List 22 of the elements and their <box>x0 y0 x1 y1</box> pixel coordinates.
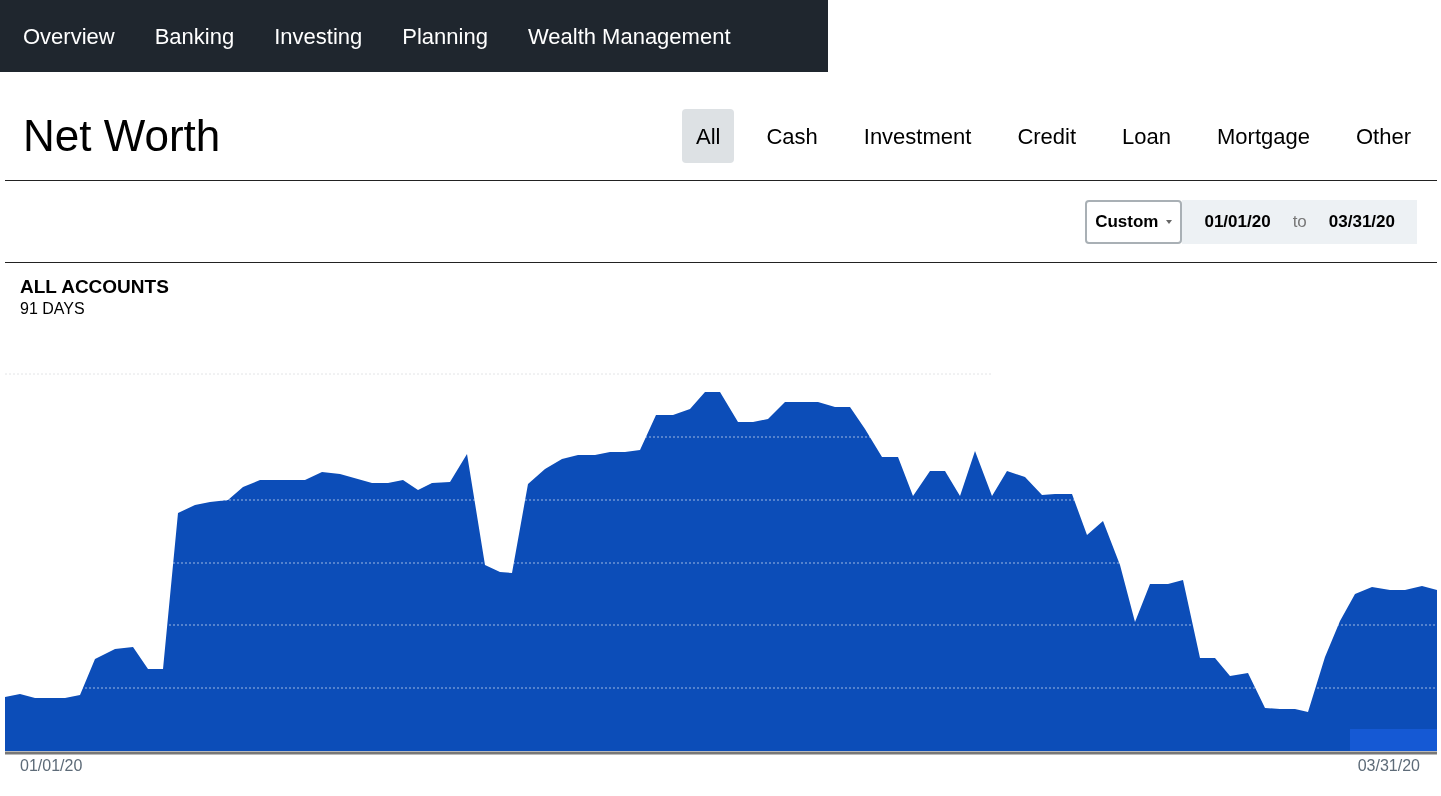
page-title: Net Worth <box>23 110 221 162</box>
x-axis-label: 03/31/20 <box>1357 756 1420 776</box>
chart-title: ALL ACCOUNTS <box>20 275 170 299</box>
filter-tab[interactable]: All <box>681 109 735 163</box>
filter-tab[interactable]: Cash <box>752 109 832 163</box>
end-date[interactable]: 03/31/20 <box>1306 208 1417 235</box>
nav-link[interactable]: Overview <box>23 19 115 53</box>
range-dropdown[interactable]: Custom <box>1085 199 1183 244</box>
nav-link[interactable]: Wealth Management <box>527 19 731 53</box>
nav-link[interactable]: Banking <box>154 19 235 53</box>
filter-tab[interactable]: Credit <box>1003 109 1091 163</box>
filter-tab[interactable]: Other <box>1341 109 1425 163</box>
filter-tab[interactable]: Loan <box>1108 109 1185 163</box>
caret-icon <box>1166 219 1173 224</box>
filter-tab[interactable]: Mortgage <box>1203 109 1324 163</box>
nav-link[interactable]: Planning <box>402 19 488 53</box>
x-axis-label: 01/01/20 <box>20 756 83 776</box>
range-separator: to <box>1292 210 1307 233</box>
start-date[interactable]: 01/01/20 <box>1182 208 1293 235</box>
filter-tab[interactable]: Investment <box>849 109 986 163</box>
nav-link[interactable]: Investing <box>274 19 363 53</box>
chart-subtitle: 91 DAYS <box>20 299 86 319</box>
